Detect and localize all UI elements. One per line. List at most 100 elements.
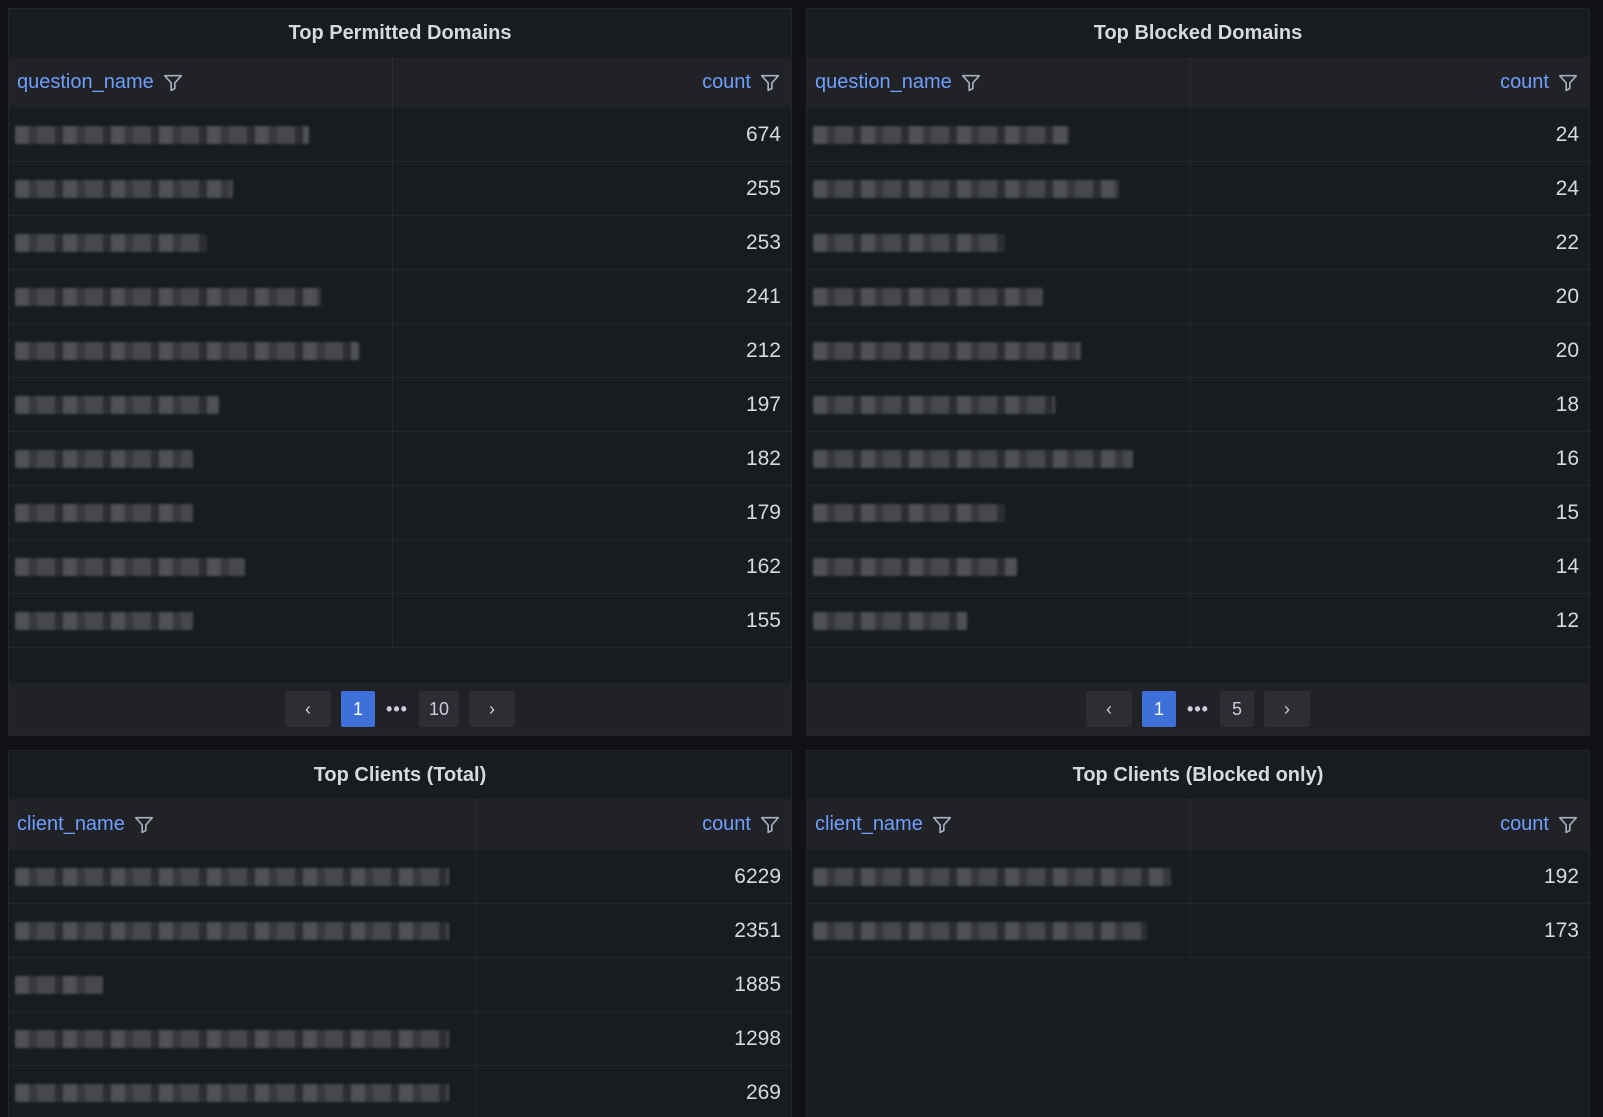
- name-cell: [9, 958, 477, 1011]
- panel-title: Top Permitted Domains: [288, 22, 512, 44]
- pagination: ‹ 1 ••• 10 ›: [9, 683, 791, 735]
- filter-icon[interactable]: [931, 814, 953, 836]
- table-row[interactable]: 14: [807, 540, 1589, 594]
- name-cell: [9, 904, 477, 957]
- column-header-count[interactable]: count: [477, 799, 791, 850]
- page-button-last[interactable]: 5: [1220, 691, 1254, 727]
- redacted-name-placeholder: [813, 503, 1005, 522]
- previous-page-button[interactable]: ‹: [284, 691, 331, 727]
- table-row[interactable]: 16: [807, 432, 1589, 486]
- table-row[interactable]: 192: [807, 850, 1589, 904]
- table-row[interactable]: 15: [807, 486, 1589, 540]
- panel-title: Top Blocked Domains: [1093, 22, 1303, 44]
- table-row[interactable]: 212: [9, 324, 791, 378]
- count-cell: 22: [1555, 230, 1579, 254]
- redacted-name-placeholder: [813, 449, 1133, 468]
- table-row[interactable]: 22: [807, 216, 1589, 270]
- redacted-name-placeholder: [813, 921, 1147, 940]
- table-row[interactable]: 155: [9, 594, 791, 648]
- table-row[interactable]: 18: [807, 378, 1589, 432]
- table-row[interactable]: 674: [9, 108, 791, 162]
- table-body: 6229 2351 1885 1298 269: [9, 850, 791, 1117]
- column-header-label[interactable]: question_name: [17, 71, 154, 94]
- column-header-client-name[interactable]: client_name: [807, 799, 1191, 850]
- redacted-name-placeholder: [15, 449, 193, 468]
- redacted-name-placeholder: [15, 503, 193, 522]
- table-body: 192 173: [807, 850, 1589, 958]
- name-cell: [9, 324, 393, 377]
- table-row[interactable]: 20: [807, 324, 1589, 378]
- table-row[interactable]: 269: [9, 1066, 791, 1117]
- redacted-name-placeholder: [15, 233, 207, 252]
- column-header-label[interactable]: count: [702, 813, 751, 836]
- redacted-name-placeholder: [813, 125, 1069, 144]
- table-row[interactable]: 1298: [9, 1012, 791, 1066]
- filter-icon[interactable]: [1557, 72, 1579, 94]
- column-header-question-name[interactable]: question_name: [807, 57, 1191, 108]
- column-header-label[interactable]: count: [1500, 813, 1549, 836]
- table-row[interactable]: 24: [807, 162, 1589, 216]
- table-header: question_name count: [807, 57, 1589, 108]
- table-row[interactable]: 255: [9, 162, 791, 216]
- column-header-label[interactable]: client_name: [815, 813, 923, 836]
- page-ellipsis[interactable]: •••: [385, 691, 409, 727]
- count-cell: 179: [745, 500, 781, 524]
- redacted-name-placeholder: [813, 395, 1055, 414]
- column-header-count[interactable]: count: [1191, 57, 1589, 108]
- column-header-question-name[interactable]: question_name: [9, 57, 393, 108]
- table-row[interactable]: 1885: [9, 958, 791, 1012]
- next-page-button[interactable]: ›: [1264, 691, 1310, 727]
- panel-title: Top Clients (Blocked only): [1072, 764, 1324, 786]
- column-header-count[interactable]: count: [393, 57, 791, 108]
- name-cell: [807, 540, 1191, 593]
- redacted-name-placeholder: [15, 341, 359, 360]
- table-row[interactable]: 24: [807, 108, 1589, 162]
- column-header-count[interactable]: count: [1191, 799, 1589, 850]
- column-header-label[interactable]: count: [1500, 71, 1549, 94]
- column-header-label[interactable]: question_name: [815, 71, 952, 94]
- table-header: client_name count: [9, 799, 791, 850]
- previous-page-button[interactable]: ‹: [1086, 691, 1132, 727]
- table-row[interactable]: 253: [9, 216, 791, 270]
- page-button-current[interactable]: 1: [1142, 691, 1176, 727]
- filter-icon[interactable]: [162, 72, 184, 94]
- page-button-last[interactable]: 10: [418, 691, 460, 727]
- column-header-label[interactable]: client_name: [17, 813, 125, 836]
- name-cell: [807, 904, 1191, 957]
- name-cell: [807, 850, 1191, 903]
- table-row[interactable]: 12: [807, 594, 1589, 648]
- name-cell: [807, 594, 1191, 647]
- name-cell: [9, 432, 393, 485]
- table-row[interactable]: 162: [9, 540, 791, 594]
- count-cell: 212: [745, 338, 781, 362]
- count-cell: 2351: [734, 918, 781, 942]
- table-row[interactable]: 179: [9, 486, 791, 540]
- count-cell: 197: [745, 392, 781, 416]
- table-row[interactable]: 182: [9, 432, 791, 486]
- count-cell: 162: [745, 554, 781, 578]
- table-row[interactable]: 20: [807, 270, 1589, 324]
- redacted-name-placeholder: [15, 921, 449, 940]
- column-header-label[interactable]: count: [702, 71, 751, 94]
- filter-icon[interactable]: [133, 814, 155, 836]
- page-button-current[interactable]: 1: [340, 691, 375, 727]
- table-row[interactable]: 197: [9, 378, 791, 432]
- table-row[interactable]: 173: [807, 904, 1589, 958]
- name-cell: [9, 850, 477, 903]
- filter-icon[interactable]: [960, 72, 982, 94]
- count-cell: 192: [1543, 864, 1579, 888]
- count-cell: 24: [1555, 122, 1579, 146]
- count-cell: 20: [1555, 284, 1579, 308]
- next-page-button[interactable]: ›: [469, 691, 516, 727]
- table-body: 674 255 253 241 212 197 182 179 162 155: [9, 108, 791, 648]
- table-row[interactable]: 6229: [9, 850, 791, 904]
- table-row[interactable]: 2351: [9, 904, 791, 958]
- filter-icon[interactable]: [759, 72, 781, 94]
- filter-icon[interactable]: [1557, 814, 1579, 836]
- filter-icon[interactable]: [759, 814, 781, 836]
- column-header-client-name[interactable]: client_name: [9, 799, 477, 850]
- count-cell: 253: [745, 230, 781, 254]
- count-cell: 14: [1555, 554, 1579, 578]
- table-row[interactable]: 241: [9, 270, 791, 324]
- page-ellipsis[interactable]: •••: [1186, 691, 1210, 727]
